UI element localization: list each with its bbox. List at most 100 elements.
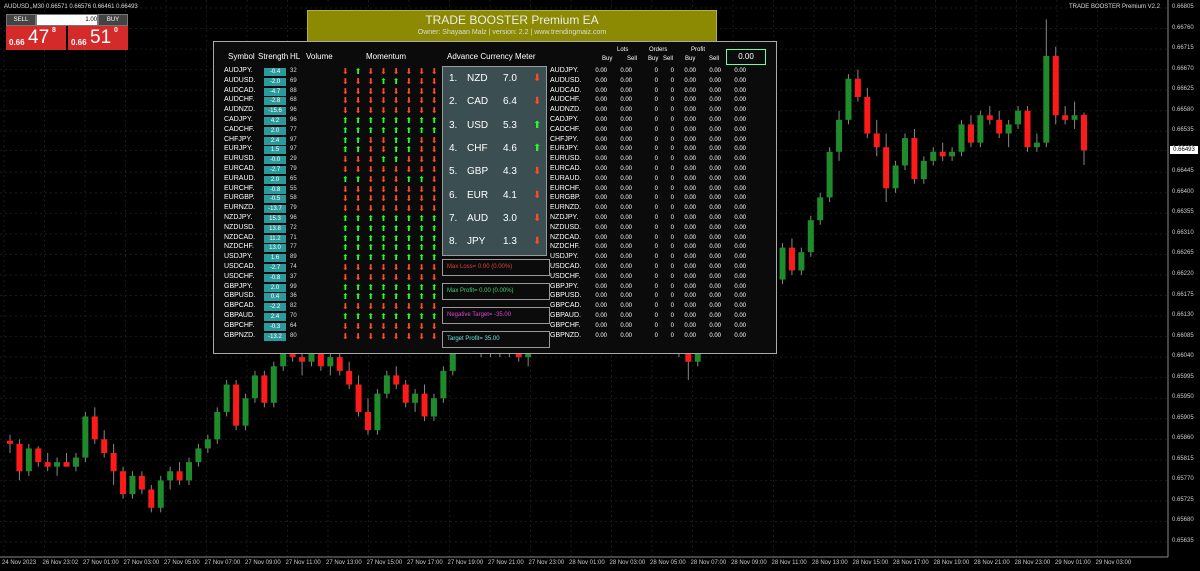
momentum-down-arrow-icon: ⬇ [430, 321, 438, 331]
candle-body [138, 475, 145, 490]
order-symbol-label[interactable]: AUDCHF. [550, 96, 590, 103]
symbol-label[interactable]: CADCHF. [224, 126, 264, 133]
order-value: 0.00 [734, 322, 746, 329]
order-symbol-label[interactable]: EURNZD. [550, 204, 590, 211]
symbol-label[interactable]: USDJPY. [224, 253, 264, 260]
order-symbol-label[interactable]: CADJPY. [550, 116, 590, 123]
total-profit-field[interactable]: 0.00 [726, 49, 766, 65]
momentum-up-arrow-icon: ⬆ [380, 292, 387, 302]
momentum-up-arrow-icon: ⬆ [367, 233, 375, 243]
strength-value: -0.3 [264, 322, 286, 331]
hl-value: 80 [290, 332, 297, 339]
order-symbol-label[interactable]: EURCAD. [550, 165, 590, 172]
symbol-label[interactable]: GBPUSD. [224, 292, 264, 299]
symbol-label[interactable]: AUDUSD. [224, 77, 264, 84]
symbol-label[interactable]: CHFJPY. [224, 136, 264, 143]
momentum-down-arrow-icon: ⬇ [354, 106, 362, 116]
order-value: 0.00 [620, 303, 632, 310]
order-value: 0.00 [709, 224, 721, 231]
order-value: 0.00 [709, 244, 721, 251]
order-symbol-label[interactable]: CADCHF. [550, 126, 590, 133]
order-symbol-label[interactable]: USDJPY. [550, 253, 590, 260]
order-symbol-label[interactable]: GBPJPY. [550, 283, 590, 290]
order-symbol-label[interactable]: NZDUSD. [550, 224, 590, 231]
order-symbol-label[interactable]: EURGBP. [550, 194, 590, 201]
order-symbol-label[interactable]: AUDUSD. [550, 77, 590, 84]
meter-rank: 4. [449, 142, 458, 154]
order-symbol-label[interactable]: GBPCHF. [550, 322, 590, 329]
symbol-label[interactable]: EURGBP. [224, 194, 264, 201]
strength-value: -2.8 [264, 97, 286, 106]
momentum-down-arrow-icon: ⬇ [342, 184, 349, 194]
order-value: 0.00 [709, 146, 721, 153]
order-symbol-label[interactable]: NZDCHF. [550, 243, 590, 250]
symbol-label[interactable]: EURJPY. [224, 145, 264, 152]
symbol-info: AUDUSD,,M30 0.66571 0.66576 0.66461 0.66… [4, 4, 138, 10]
order-symbol-label[interactable]: GBPNZD. [550, 332, 590, 339]
symbol-label[interactable]: EURNZD. [224, 204, 264, 211]
order-symbol-label[interactable]: EURCHF. [550, 185, 590, 192]
buy-button[interactable]: BUY [98, 14, 128, 26]
meter-currency: EUR [467, 189, 489, 201]
symbol-label[interactable]: GBPAUD. [224, 312, 264, 319]
symbol-label[interactable]: AUDNZD. [224, 106, 264, 113]
order-symbol-label[interactable]: EURAUD. [550, 175, 590, 182]
symbol-label[interactable]: EURCAD. [224, 165, 264, 172]
order-symbol-label[interactable]: NZDJPY. [550, 214, 590, 221]
order-value: 0.00 [620, 175, 632, 182]
time-tick-label: 27 Nov 23:00 [528, 560, 565, 566]
symbol-label[interactable]: CADJPY. [224, 116, 264, 123]
symbol-label[interactable]: AUDCAD. [224, 87, 264, 94]
meter-currency: GBP [467, 166, 489, 178]
symbol-label[interactable]: AUDCHF. [224, 96, 264, 103]
symbol-label[interactable]: EURAUD. [224, 175, 264, 182]
symbol-label[interactable]: AUDJPY. [224, 67, 264, 74]
order-symbol-label[interactable]: GBPUSD. [550, 292, 590, 299]
order-value: 0.00 [620, 313, 632, 319]
currency-dashboard: Symbol Strength HL Volume Momentum Advan… [213, 41, 777, 354]
momentum-down-arrow-icon: ⬇ [367, 331, 375, 341]
order-symbol-label[interactable]: AUDNZD. [550, 106, 590, 113]
order-value: 0 [670, 264, 674, 270]
order-value: 0.00 [684, 283, 696, 290]
symbol-label[interactable]: USDCAD. [224, 263, 264, 270]
sell-price-box[interactable]: 0.66 47 8 [6, 26, 66, 50]
order-symbol-label[interactable]: EURUSD. [550, 155, 590, 162]
candle-body [63, 462, 70, 467]
buy-price-box[interactable]: 0.66 51 0 [68, 26, 128, 50]
order-symbol-label[interactable]: GBPCAD. [550, 302, 590, 309]
meter-value: 4.1 [503, 189, 517, 201]
order-symbol-label[interactable]: GBPAUD. [550, 312, 590, 319]
hl-value: 65 [290, 175, 297, 182]
stat-box: Negative Target= -35.00 [442, 307, 550, 324]
sell-button[interactable]: SELL [6, 14, 36, 26]
momentum-up-arrow-icon: ⬆ [392, 223, 400, 233]
symbol-label[interactable]: NZDJPY. [224, 214, 264, 221]
ea-title-banner: TRADE BOOSTER Premium EA Owner: Shayaan … [307, 10, 717, 42]
symbol-label[interactable]: NZDCHF. [224, 243, 264, 250]
hl-value: 89 [290, 254, 297, 261]
symbol-label[interactable]: NZDCAD. [224, 234, 264, 241]
price-tick-label: 0.66220 [1172, 271, 1194, 277]
symbol-label[interactable]: NZDUSD. [224, 224, 264, 231]
order-symbol-label[interactable]: USDCAD. [550, 263, 590, 270]
order-value: 0.00 [734, 303, 746, 310]
order-symbol-label[interactable]: AUDCAD. [550, 87, 590, 94]
order-symbol-label[interactable]: AUDJPY. [550, 67, 590, 74]
symbol-label[interactable]: EURCHF. [224, 185, 264, 192]
lot-size-input[interactable]: 1.00 [36, 14, 98, 26]
meter-rank: 2. [449, 96, 458, 108]
order-value: 0.00 [595, 68, 607, 74]
order-symbol-label[interactable]: NZDCAD. [550, 234, 590, 241]
header-volume: Volume [306, 52, 333, 61]
symbol-label[interactable]: GBPCAD. [224, 302, 264, 309]
hl-value: 97 [290, 146, 297, 153]
symbol-label[interactable]: GBPCHF. [224, 322, 264, 329]
symbol-label[interactable]: EURUSD. [224, 155, 264, 162]
symbol-label[interactable]: GBPJPY. [224, 283, 264, 290]
order-symbol-label[interactable]: EURJPY. [550, 145, 590, 152]
order-symbol-label[interactable]: USDCHF. [550, 273, 590, 280]
order-symbol-label[interactable]: CHFJPY. [550, 136, 590, 143]
symbol-label[interactable]: GBPNZD. [224, 332, 264, 339]
symbol-label[interactable]: USDCHF. [224, 273, 264, 280]
